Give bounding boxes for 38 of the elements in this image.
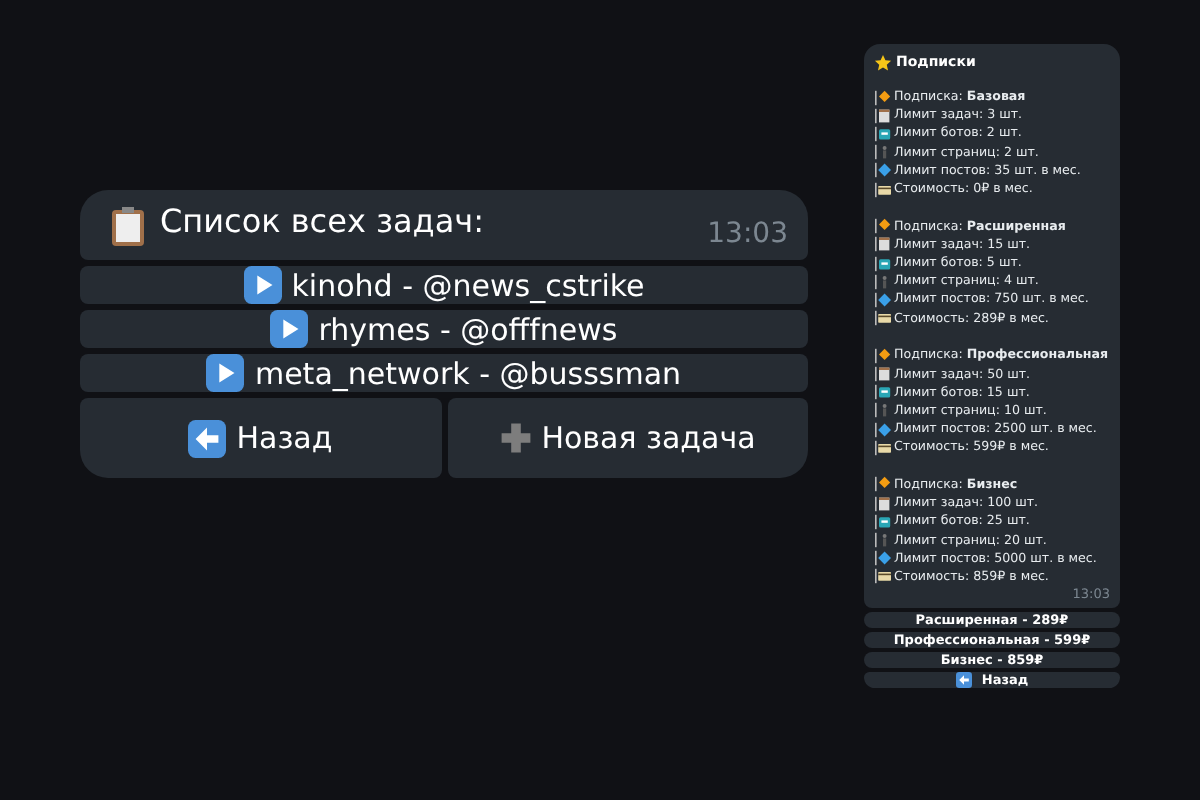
star-icon: [874, 53, 892, 71]
message-title: Список всех задач:: [160, 202, 487, 240]
card-icon: [874, 439, 892, 456]
figure-icon: [874, 273, 892, 290]
clipboard-icon: [874, 495, 892, 512]
card-icon: [874, 310, 892, 327]
clipboard-icon: [108, 205, 148, 245]
diamond-icon: [874, 476, 892, 493]
diamond-icon: [874, 421, 892, 438]
diamond-icon: [874, 218, 892, 235]
clipboard-icon: [874, 366, 892, 383]
diamond-icon: [874, 347, 892, 364]
task-button[interactable]: meta_network - @busssman: [80, 354, 808, 392]
figure-icon: [874, 532, 892, 549]
robot-icon: [874, 255, 892, 272]
clipboard-icon: [874, 236, 892, 253]
robot-icon: [874, 384, 892, 401]
plus-icon: [499, 422, 532, 454]
back-arrow-icon: [955, 671, 972, 687]
diamond-icon: [874, 291, 892, 308]
play-icon: [206, 354, 245, 392]
task-button[interactable]: rhymes - @offfnews: [80, 310, 808, 348]
back-button[interactable]: Назад: [80, 398, 441, 478]
diamond-icon: [874, 162, 892, 179]
card-icon: [874, 181, 892, 198]
message-time: 13:03: [707, 218, 788, 250]
play-icon: [243, 266, 282, 304]
diamond-icon: [874, 89, 892, 106]
robot-icon: [874, 513, 892, 530]
new-task-button[interactable]: Новая задача: [447, 398, 808, 478]
clipboard-icon: [874, 107, 892, 124]
figure-icon: [874, 402, 892, 419]
play-icon: [270, 310, 309, 348]
robot-icon: [874, 125, 892, 142]
diamond-icon: [874, 550, 892, 567]
figure-icon: [874, 144, 892, 161]
card-icon: [874, 568, 892, 585]
task-button[interactable]: kinohd - @news_cstrike: [80, 266, 808, 304]
